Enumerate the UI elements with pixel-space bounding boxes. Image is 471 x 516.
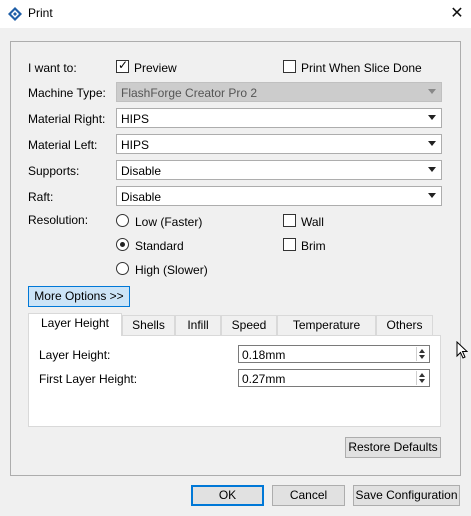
first-layer-height-spinbox[interactable]: 0.27mm — [238, 369, 430, 387]
machine-type-value: FlashForge Creator Pro 2 — [121, 86, 258, 100]
resolution-standard-radio[interactable] — [116, 238, 129, 251]
cancel-button[interactable]: Cancel — [272, 485, 345, 506]
spin-down-icon[interactable] — [419, 355, 425, 359]
tab-shells[interactable]: Shells — [122, 315, 175, 335]
print-when-slice-done-label: Print When Slice Done — [301, 61, 422, 75]
title-bar: Print ✕ — [0, 0, 471, 28]
preview-label: Preview — [134, 61, 177, 75]
wall-checkbox[interactable] — [283, 214, 296, 227]
print-when-slice-done-checkbox[interactable] — [283, 60, 296, 73]
spin-arrows[interactable] — [416, 347, 428, 361]
restore-defaults-button[interactable]: Restore Defaults — [345, 437, 441, 458]
chevron-down-icon — [428, 193, 436, 198]
tab-temperature[interactable]: Temperature — [277, 315, 376, 335]
tab-infill[interactable]: Infill — [175, 315, 221, 335]
app-diamond-icon — [8, 7, 22, 21]
machine-type-select[interactable]: FlashForge Creator Pro 2 — [116, 82, 442, 102]
layer-height-spinbox[interactable]: 0.18mm — [238, 345, 430, 363]
resolution-low-label: Low (Faster) — [135, 215, 203, 229]
i-want-to-label: I want to: — [28, 61, 77, 75]
raft-label: Raft: — [28, 190, 54, 204]
resolution-high-label: High (Slower) — [135, 263, 208, 277]
supports-value: Disable — [121, 164, 162, 178]
spin-up-icon[interactable] — [419, 373, 425, 377]
resolution-high-radio[interactable] — [116, 262, 129, 275]
machine-type-label: Machine Type: — [28, 86, 106, 100]
chevron-down-icon — [428, 115, 436, 120]
tab-others[interactable]: Others — [376, 315, 433, 335]
save-configuration-button[interactable]: Save Configuration — [353, 485, 460, 506]
tab-layer-height[interactable]: Layer Height — [28, 313, 122, 336]
material-right-label: Material Right: — [28, 112, 106, 126]
raft-value: Disable — [121, 190, 162, 204]
preview-checkbox[interactable]: ✓ — [116, 58, 129, 73]
layer-height-value: 0.18mm — [242, 348, 286, 362]
spin-down-icon[interactable] — [419, 379, 425, 383]
material-left-value: HIPS — [121, 138, 150, 152]
material-right-value: HIPS — [121, 112, 150, 126]
wall-label: Wall — [301, 215, 324, 229]
window-title: Print — [28, 6, 53, 20]
chevron-down-icon — [428, 89, 436, 94]
close-icon[interactable]: ✕ — [446, 3, 468, 25]
resolution-label: Resolution: — [28, 213, 89, 227]
first-layer-height-value: 0.27mm — [242, 372, 286, 386]
brim-checkbox[interactable] — [283, 238, 296, 251]
supports-label: Supports: — [28, 164, 80, 178]
checkmark-icon: ✓ — [118, 58, 129, 72]
tab-speed[interactable]: Speed — [221, 315, 277, 335]
mouse-pointer-icon — [456, 341, 468, 359]
ok-button[interactable]: OK — [191, 485, 264, 506]
resolution-standard-label: Standard — [135, 239, 184, 253]
material-right-select[interactable]: HIPS — [116, 108, 442, 128]
layer-height-label: Layer Height: — [39, 348, 111, 362]
supports-select[interactable]: Disable — [116, 160, 442, 180]
spin-up-icon[interactable] — [419, 349, 425, 353]
more-options-button[interactable]: More Options >> — [28, 286, 130, 307]
material-left-label: Material Left: — [28, 138, 98, 152]
first-layer-height-label: First Layer Height: — [39, 372, 138, 386]
chevron-down-icon — [428, 167, 436, 172]
raft-select[interactable]: Disable — [116, 186, 442, 206]
brim-label: Brim — [301, 239, 326, 253]
spin-arrows[interactable] — [416, 371, 428, 385]
radio-selected-dot — [120, 242, 125, 247]
material-left-select[interactable]: HIPS — [116, 134, 442, 154]
resolution-low-radio[interactable] — [116, 214, 129, 227]
chevron-down-icon — [428, 141, 436, 146]
